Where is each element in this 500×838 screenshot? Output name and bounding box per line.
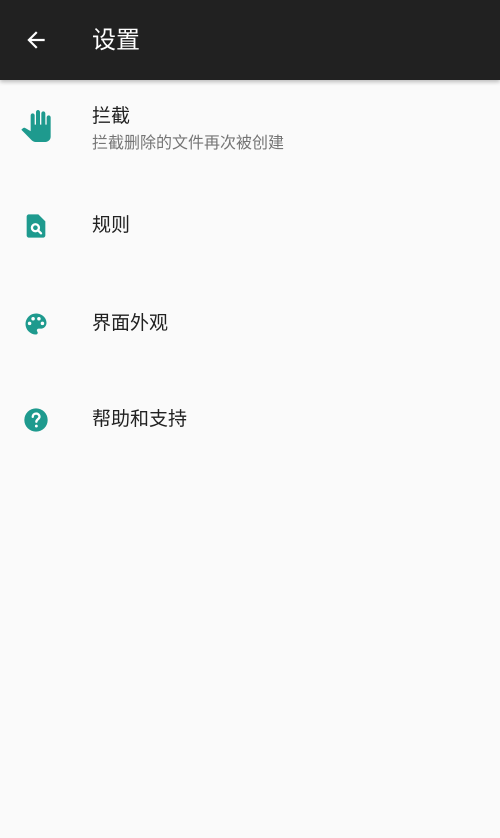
file-search-icon: [20, 210, 52, 242]
settings-item-title: 拦截: [92, 105, 131, 127]
settings-item-intercept[interactable]: 拦截 拦截删除的文件再次被创建: [0, 80, 500, 176]
settings-item-subtitle: 拦截删除的文件再次被创建: [92, 133, 285, 152]
settings-item-help[interactable]: 帮助和支持: [0, 368, 500, 464]
settings-item-title: 界面外观: [92, 312, 169, 334]
settings-item-title: 规则: [92, 214, 131, 236]
settings-item-title: 帮助和支持: [92, 408, 188, 430]
settings-item-rules[interactable]: 规则: [0, 176, 500, 272]
hand-icon: [20, 110, 52, 142]
page-title: 设置: [92, 26, 140, 54]
app-bar: 设置: [0, 0, 500, 80]
palette-icon: [20, 308, 52, 340]
back-button[interactable]: [14, 18, 58, 62]
settings-item-appearance[interactable]: 界面外观: [0, 272, 500, 368]
help-circle-icon: [20, 404, 52, 436]
arrow-back-icon: [27, 31, 45, 49]
